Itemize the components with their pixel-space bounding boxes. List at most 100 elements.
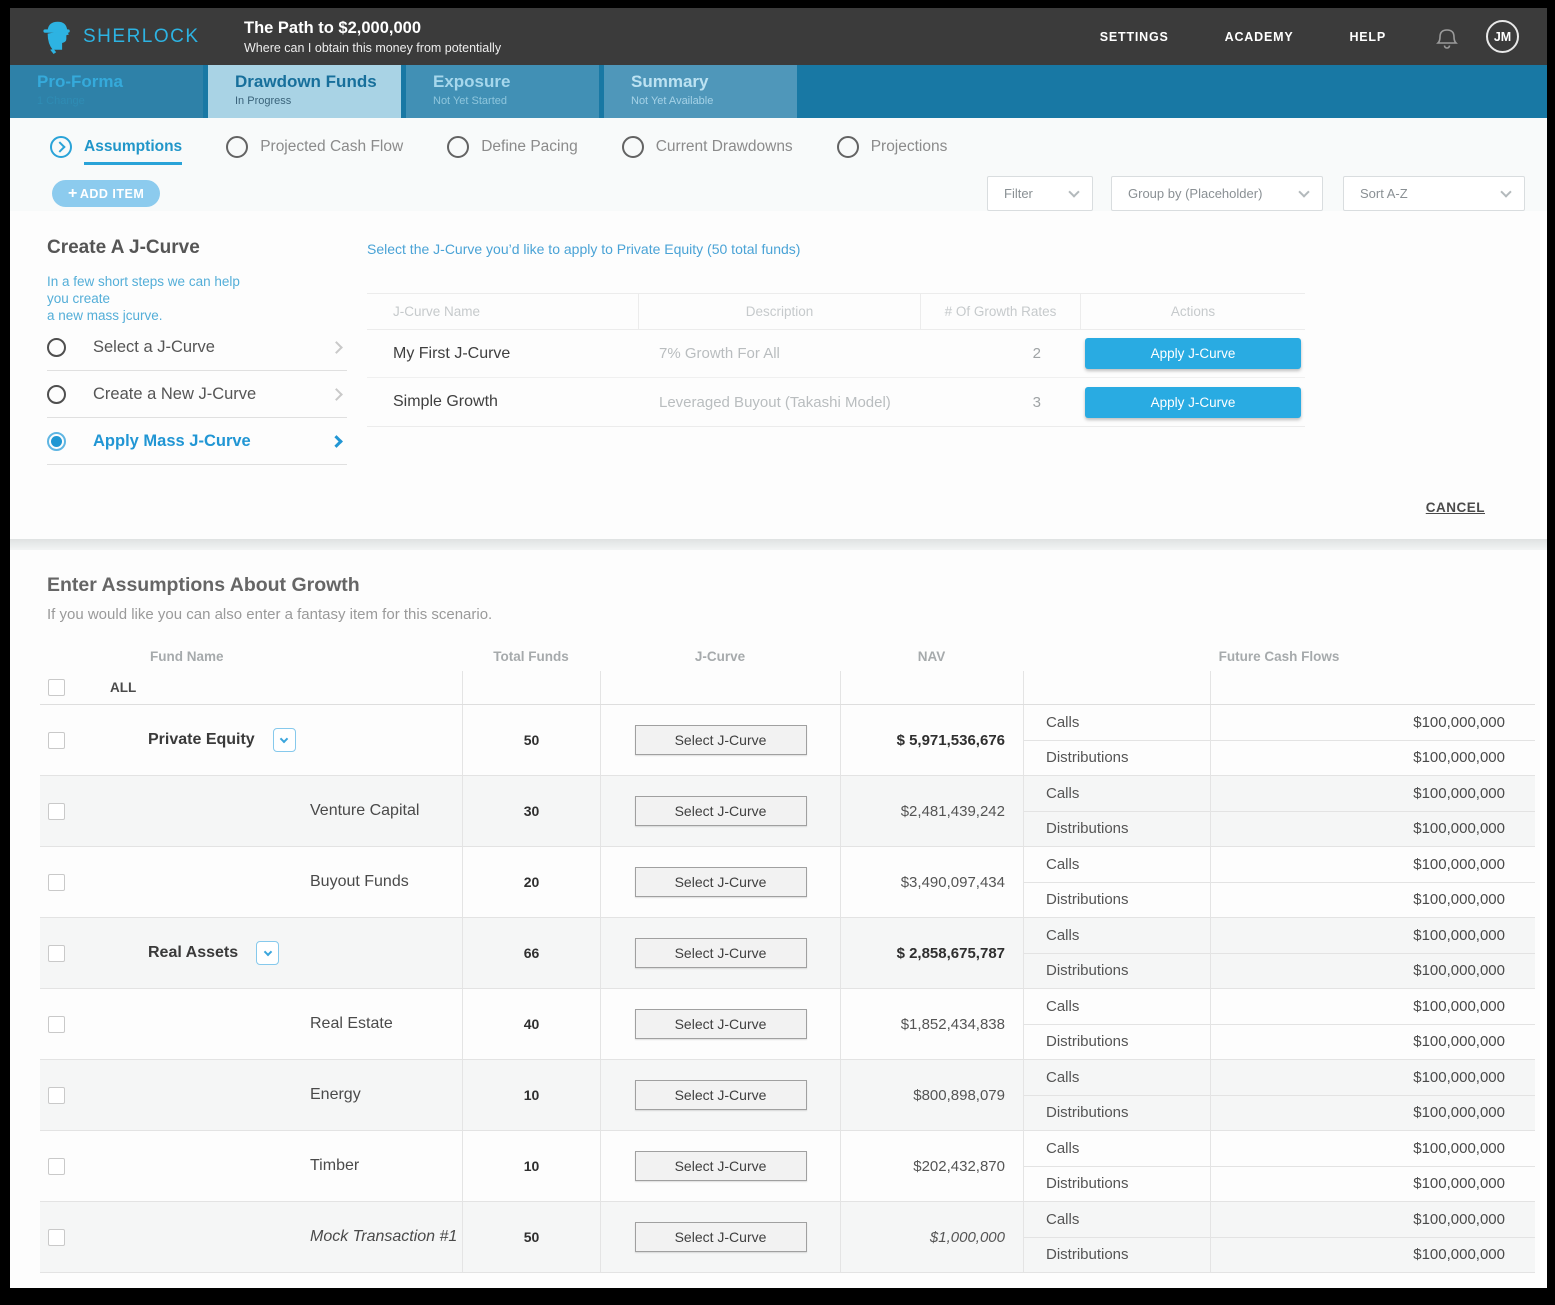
distributions-value: $100,000,000 [1211,812,1535,847]
nav-settings[interactable]: SETTINGS [1100,30,1169,44]
fund-name: Energy [310,1086,361,1104]
calls-label: Calls [1024,776,1210,812]
funds-table-header: Fund Name Total Funds J-Curve NAV Future… [40,641,1535,671]
calls-value: $100,000,000 [1211,989,1535,1025]
apply-jcurve-button[interactable]: Apply J-Curve [1085,387,1301,418]
col-description: Description [639,294,921,329]
select-jcurve-button[interactable]: Select J-Curve [635,796,807,826]
user-avatar[interactable]: JM [1486,20,1519,53]
option-select-jcurve[interactable]: Select a J-Curve [47,324,347,371]
section-subtitle: If you would like you can also enter a f… [10,606,1541,623]
row-checkbox[interactable] [48,1229,65,1246]
section-divider [10,539,1547,550]
distributions-value: $100,000,000 [1211,1238,1535,1273]
sort-dropdown[interactable]: Sort A-Z [1343,176,1525,211]
tab-exposure[interactable]: Exposure Not Yet Started [406,65,599,118]
top-header: SHERLOCK The Path to $2,000,000 Where ca… [10,8,1547,65]
row-checkbox[interactable] [48,1016,65,1033]
select-jcurve-button[interactable]: Select J-Curve [635,725,807,755]
radio-icon[interactable] [47,338,66,357]
step-projected-cash-flow[interactable]: Projected Cash Flow [226,136,403,158]
step-projections[interactable]: Projections [837,136,948,158]
scenario-title-block: The Path to $2,000,000 Where can I obtai… [244,19,501,55]
expand-toggle-button[interactable] [273,728,296,752]
jcurve-table-caption: Select the J-Curve you’d like to apply t… [367,241,1305,257]
col-total-funds: Total Funds [462,649,600,664]
select-jcurve-button[interactable]: Select J-Curve [635,867,807,897]
expand-toggle-button[interactable] [256,941,279,965]
distributions-label: Distributions [1024,1167,1210,1202]
notifications-bell-icon[interactable] [1434,23,1460,51]
select-all-row: ALL [40,671,1535,705]
fund-row: Real Estate 40 Select J-Curve $1,852,434… [40,989,1535,1060]
nav-value: $ 2,858,675,787 [840,918,1023,988]
col-future-cash-flows: Future Cash Flows [1023,649,1535,664]
panel-description: In a few short steps we can help you cre… [47,273,347,324]
row-checkbox[interactable] [48,1087,65,1104]
select-jcurve-button[interactable]: Select J-Curve [635,1151,807,1181]
distributions-value: $100,000,000 [1211,741,1535,776]
growth-assumptions-section: Enter Assumptions About Growth If you wo… [10,550,1547,1273]
fund-name: Timber [310,1157,359,1175]
select-jcurve-button[interactable]: Select J-Curve [635,938,807,968]
tab-drawdown-funds[interactable]: Drawdown Funds In Progress [208,65,401,118]
select-all-label: ALL [110,680,136,695]
option-create-new-jcurve[interactable]: Create a New J-Curve [47,371,347,418]
total-funds-value: 66 [462,918,600,988]
select-jcurve-button[interactable]: Select J-Curve [635,1080,807,1110]
row-checkbox[interactable] [48,945,65,962]
chevron-right-icon [330,341,343,354]
radio-selected-icon[interactable] [47,432,66,451]
tab-summary[interactable]: Summary Not Yet Available [604,65,797,118]
funds-table: Fund Name Total Funds J-Curve NAV Future… [40,641,1535,1273]
total-funds-value: 40 [462,989,600,1059]
nav-academy[interactable]: ACADEMY [1225,30,1294,44]
step-circle-icon [837,136,859,158]
distributions-label: Distributions [1024,883,1210,918]
calls-label: Calls [1024,705,1210,741]
fund-name: Buyout Funds [310,873,409,891]
logo[interactable]: SHERLOCK [40,19,220,55]
filter-dropdown[interactable]: Filter [987,176,1093,211]
option-apply-mass-jcurve[interactable]: Apply Mass J-Curve [47,418,347,465]
tab-status: Not Yet Started [433,95,599,107]
nav-value: $ 5,971,536,676 [840,705,1023,775]
step-current-drawdowns[interactable]: Current Drawdowns [622,136,793,158]
fund-row: Buyout Funds 20 Select J-Curve $3,490,09… [40,847,1535,918]
cancel-link[interactable]: CANCEL [1426,500,1485,515]
select-all-checkbox[interactable] [48,679,65,696]
nav-help[interactable]: HELP [1349,30,1386,44]
fund-name: Real Assets [148,944,238,962]
module-tabbar: Pro-Forma 1 Change Drawdown Funds In Pro… [10,65,1547,118]
calls-value: $100,000,000 [1211,1131,1535,1167]
distributions-value: $100,000,000 [1211,1096,1535,1131]
distributions-label: Distributions [1024,1238,1210,1273]
scenario-title: The Path to $2,000,000 [244,19,501,38]
fund-name: Venture Capital [310,802,419,820]
row-checkbox[interactable] [48,732,65,749]
distributions-label: Distributions [1024,954,1210,989]
plus-icon: + [68,185,78,203]
wizard-stepper: Assumptions Projected Cash Flow Define P… [10,118,1547,162]
add-item-button[interactable]: + ADD ITEM [52,180,160,207]
select-jcurve-button[interactable]: Select J-Curve [635,1222,807,1252]
row-checkbox[interactable] [48,874,65,891]
col-jcurve: J-Curve [600,649,840,664]
apply-jcurve-button[interactable]: Apply J-Curve [1085,338,1301,369]
group-by-dropdown[interactable]: Group by (Placeholder) [1111,176,1323,211]
nav-value: $800,898,079 [840,1060,1023,1130]
tab-pro-forma[interactable]: Pro-Forma 1 Change [10,65,203,118]
chevron-down-icon [1068,186,1079,197]
panel-title: Create A J-Curve [47,237,347,259]
step-assumptions[interactable]: Assumptions [50,136,182,158]
row-checkbox[interactable] [48,1158,65,1175]
step-define-pacing[interactable]: Define Pacing [447,136,578,158]
row-checkbox[interactable] [48,803,65,820]
total-funds-value: 50 [462,1202,600,1272]
select-jcurve-button[interactable]: Select J-Curve [635,1009,807,1039]
sherlock-logo-icon [40,19,74,55]
fund-row: Timber 10 Select J-Curve $202,432,870 Ca… [40,1131,1535,1202]
radio-icon[interactable] [47,385,66,404]
nav-value: $3,490,097,434 [840,847,1023,917]
fund-row: Mock Transaction #1 50 Select J-Curve $1… [40,1202,1535,1273]
